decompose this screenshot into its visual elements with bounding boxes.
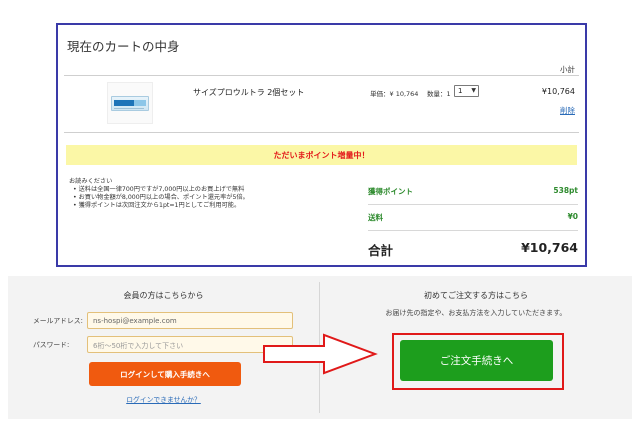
points-row: 獲得ポイント 538pt (368, 179, 578, 205)
checkout-button-label: ご注文手続きへ (439, 355, 514, 367)
product-name[interactable]: サイズプロウルトラ 2個セット (193, 87, 304, 98)
total-label: 合計 (368, 243, 394, 258)
password-placeholder: 6桁～50桁で入力して下さい (93, 342, 184, 350)
email-label: メールアドレス: (33, 317, 83, 325)
password-label: パスワード: (33, 341, 70, 349)
shipping-row: 送料 ¥0 (368, 205, 578, 231)
guest-title: 初めてご注文する方はこちら (424, 291, 528, 300)
member-login-title: 会員の方はこちらから (123, 291, 204, 300)
notes-item: 獲得ポイントは次回注文から1pt=1円としてご利用可能。 (73, 202, 309, 210)
quantity-label: 数量：1 (427, 90, 451, 98)
login-checkout-button[interactable]: ログインして購入手続きへ (89, 362, 241, 386)
product-package-icon (111, 96, 149, 111)
red-arrow-icon (263, 333, 378, 375)
cart-page: 現在のカートの中身 小計 サイズプロウルトラ 2個セット 単価：¥ 10,764… (0, 0, 640, 424)
quantity-select[interactable]: 1 ▼ (454, 85, 479, 97)
total-row: 合計 ¥10,764 (368, 231, 578, 261)
notes-item: お買い物金額が8,000円以上の場合、ポイント還元率が5倍。 (73, 194, 309, 202)
email-field-value: ns-hospi@example.com (93, 317, 177, 325)
point-campaign-banner: ただいまポイント増量中！ (66, 145, 577, 165)
line-total: ¥10,764 (541, 87, 575, 96)
cart-contents-panel: 現在のカートの中身 小計 サイズプロウルトラ 2個セット 単価：¥ 10,764… (56, 23, 587, 267)
points-value: 538pt (553, 186, 578, 195)
checkout-button[interactable]: ご注文手続きへ (400, 340, 553, 381)
email-field[interactable]: ns-hospi@example.com (87, 312, 293, 329)
quantity-select-value: 1 (458, 87, 463, 95)
total-value: ¥10,764 (521, 240, 578, 255)
order-summary: 獲得ポイント 538pt 送料 ¥0 合計 ¥10,764 (368, 179, 578, 261)
guest-description: お届け先の指定や、お支払方法を入力していただきます。 (385, 309, 567, 317)
point-campaign-text: ただいまポイント増量中！ (273, 151, 370, 160)
notes-section: お読みください 送料は全国一律700円ですが7,000円以上のお買上げで無料 お… (69, 178, 309, 210)
cannot-login-link[interactable]: ログインできませんか？ (8, 394, 319, 404)
product-image[interactable] (107, 82, 153, 124)
notes-heading: お読みください (69, 178, 113, 185)
login-checkout-button-label: ログインして購入手続きへ (120, 370, 210, 379)
unit-price: 単価：¥ 10,764 (370, 90, 419, 98)
notes-list: 送料は全国一律700円ですが7,000円以上のお買上げで無料 お買い物金額が8,… (73, 186, 309, 210)
shipping-value: ¥0 (567, 212, 578, 221)
cart-title: 現在のカートの中身 (67, 39, 180, 54)
points-label: 獲得ポイント (368, 187, 413, 196)
divider (64, 132, 579, 133)
divider (64, 75, 579, 76)
chevron-down-icon: ▼ (471, 87, 476, 94)
subtotal-column-header: 小計 (560, 65, 575, 74)
shipping-label: 送料 (368, 213, 383, 222)
delete-item-link[interactable]: 削除 (560, 105, 575, 116)
notes-item: 送料は全国一律700円ですが7,000円以上のお買上げで無料 (73, 186, 309, 194)
